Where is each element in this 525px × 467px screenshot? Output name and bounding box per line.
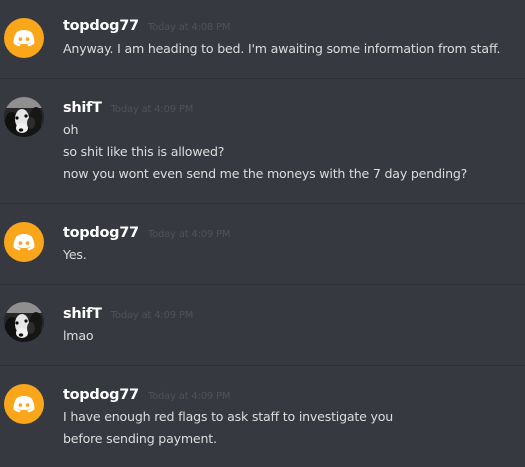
message-text: I have enough red flags to ask staff to … <box>63 409 394 424</box>
username[interactable]: topdog77 <box>63 225 139 241</box>
message-divider <box>0 78 525 79</box>
message-text: lmao <box>63 328 94 343</box>
message-header: topdog77 Today at 4:08 PM <box>63 15 230 34</box>
username[interactable]: shifT <box>63 100 102 116</box>
message-header: shifT Today at 4:09 PM <box>63 303 193 322</box>
username[interactable]: shifT <box>63 306 102 322</box>
message-divider <box>0 365 525 366</box>
discord-logo-icon[interactable] <box>4 18 44 58</box>
discord-logo-icon[interactable] <box>4 222 44 262</box>
message-text: before sending payment. <box>63 431 217 446</box>
username[interactable]: topdog77 <box>63 18 139 34</box>
discord-logo-icon[interactable] <box>4 384 44 424</box>
timestamp: Today at 4:09 PM <box>147 229 231 240</box>
chat-message-list: topdog77 Today at 4:08 PM Anyway. I am h… <box>0 0 525 467</box>
message-text: now you wont even send me the moneys wit… <box>63 166 468 181</box>
message-divider <box>0 203 525 204</box>
message-header: shifT Today at 4:09 PM <box>63 97 193 116</box>
message-header: topdog77 Today at 4:09 PM <box>63 384 230 403</box>
dog-photo-avatar[interactable] <box>4 97 44 137</box>
dog-photo-avatar[interactable] <box>4 302 44 342</box>
message-divider <box>0 284 525 285</box>
message-text: Anyway. I am heading to bed. I'm awaitin… <box>63 41 501 56</box>
message-text: oh <box>63 122 79 137</box>
timestamp: Today at 4:08 PM <box>147 22 231 33</box>
message-text: Yes. <box>63 247 87 262</box>
message-text: so shit like this is allowed? <box>63 144 225 159</box>
timestamp: Today at 4:09 PM <box>110 310 194 321</box>
username[interactable]: topdog77 <box>63 387 139 403</box>
timestamp: Today at 4:09 PM <box>147 391 231 402</box>
timestamp: Today at 4:09 PM <box>110 104 194 115</box>
message-header: topdog77 Today at 4:09 PM <box>63 222 230 241</box>
